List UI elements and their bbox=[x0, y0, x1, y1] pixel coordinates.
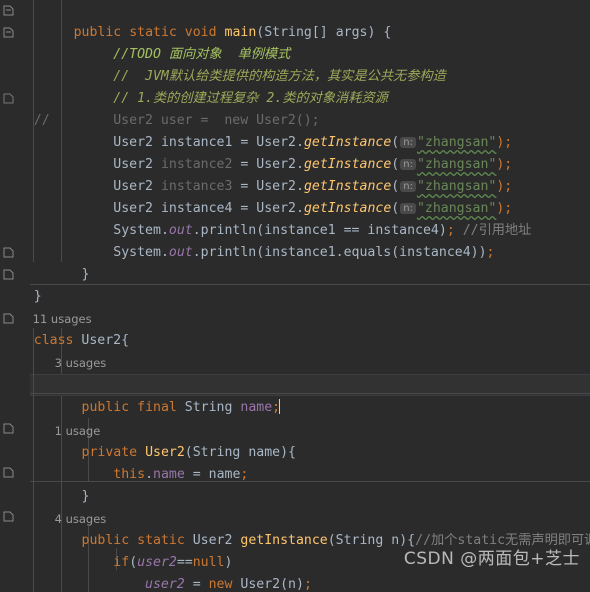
code-line-this-name-assign[interactable]: this.name = name; bbox=[0, 442, 590, 482]
code-line-comment-todo[interactable]: //TODO 面向对象 单例模式 bbox=[0, 22, 590, 62]
code-line-close-constructor[interactable]: } bbox=[0, 464, 590, 504]
member-separator bbox=[0, 481, 590, 482]
code-line-println-equals[interactable]: System.out.println(instance1.equals(inst… bbox=[0, 220, 590, 260]
code-line-class-user2[interactable]: class User2{ bbox=[0, 308, 590, 348]
member-separator bbox=[0, 284, 590, 285]
brace-close-class: } bbox=[33, 289, 42, 304]
type-string: String bbox=[184, 400, 233, 415]
kw-class: class bbox=[33, 333, 74, 348]
code-line-close-method[interactable]: } bbox=[0, 242, 590, 282]
code-line-constructor[interactable]: private User2(String name){ bbox=[0, 420, 590, 460]
brace-close-constructor: } bbox=[81, 489, 90, 504]
gutter-fold-rail bbox=[33, 0, 34, 262]
kw-public: public bbox=[81, 400, 130, 415]
code-line-instance[interactable]: User2 instance4 = User2.getInstance(n: "z… bbox=[0, 176, 590, 216]
code-line-close-class-outer[interactable]: } bbox=[0, 264, 590, 304]
code-line-comment-reasons[interactable]: // 1.类的创建过程复杂 2.类的对象消耗资源 bbox=[0, 66, 590, 106]
code-line-field-user2[interactable]: private static User2 user2= null; //不然无法… bbox=[0, 352, 590, 392]
code-line-comment-jvm[interactable]: // JVM默认给类提供的构造方法，其实是公共无参构造 bbox=[0, 44, 590, 84]
text-caret bbox=[279, 399, 281, 414]
kw-final: final bbox=[137, 400, 177, 415]
class-name-user2: User2 bbox=[81, 333, 122, 348]
field-name: name bbox=[240, 400, 273, 415]
code-line-getinstance-signature[interactable]: public static User2 getInstance(String n… bbox=[0, 508, 590, 548]
code-line-return-user2[interactable]: return user2; bbox=[0, 574, 590, 592]
brace-open: { bbox=[121, 333, 130, 348]
code-line-println-ref[interactable]: System.out.println(instance1 == instance… bbox=[0, 198, 590, 238]
code-line-commented-out-new-user2[interactable]: // User2 user = new User2(); bbox=[0, 88, 590, 128]
code-line-instance[interactable]: User2 instance2 = User2.getInstance(n: "z… bbox=[0, 132, 590, 172]
member-separator bbox=[0, 393, 590, 394]
usage-hint-class-user2[interactable]: 11 usages bbox=[0, 286, 590, 326]
gutter-fold-rail-class bbox=[33, 328, 34, 592]
code-line-instance[interactable]: User2 instance1 = User2.getInstance(n: "z… bbox=[0, 110, 590, 150]
csdn-watermark: CSDN @两面包+芝士 bbox=[403, 549, 580, 569]
code-line-instance[interactable]: User2 instance3 = User2.getInstance(n: "z… bbox=[0, 154, 590, 194]
code-editor[interactable]: public static void main(String[] args) {… bbox=[0, 0, 590, 592]
code-line-main-signature[interactable]: public static void main(String[] args) { bbox=[0, 0, 590, 40]
